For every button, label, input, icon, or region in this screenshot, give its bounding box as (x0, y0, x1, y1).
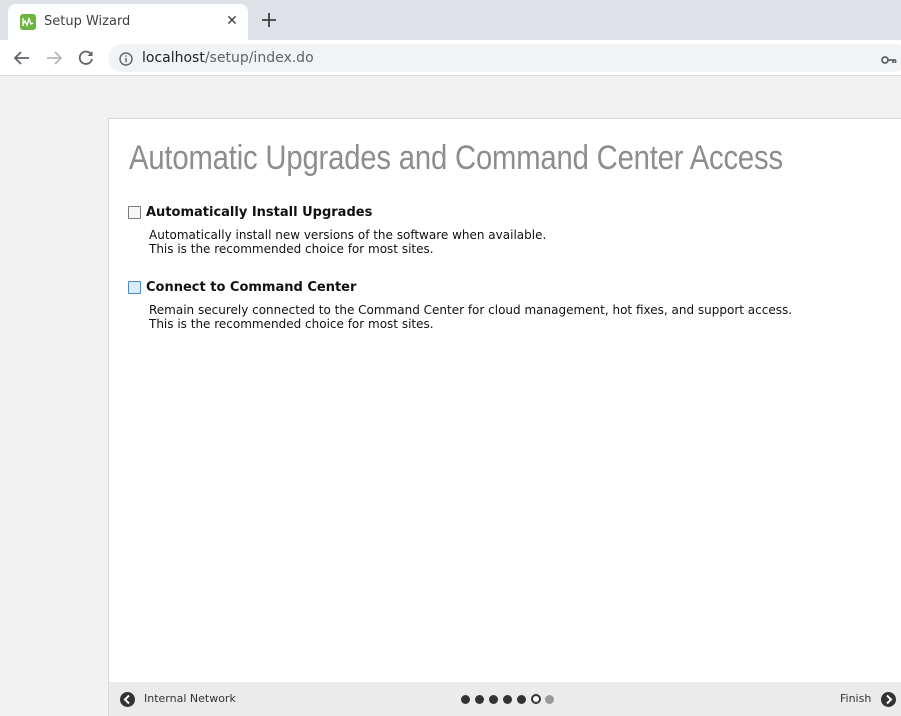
auto-upgrades-desc-line1: Automatically install new versions of th… (149, 228, 547, 242)
forward-arrow-icon[interactable] (44, 48, 64, 68)
key-icon[interactable] (881, 51, 897, 64)
wizard-footer: Internal Network Finish (109, 682, 901, 716)
browser-toolbar: localhost/setup/index.do (0, 40, 901, 76)
back-arrow-icon[interactable] (12, 48, 32, 68)
info-icon[interactable] (119, 51, 133, 66)
tab-title: Setup Wizard (44, 14, 131, 29)
page-title: Automatic Upgrades and Command Center Ac… (129, 139, 783, 177)
step-dot (545, 695, 554, 704)
address-bar[interactable]: localhost/setup/index.do (108, 44, 901, 72)
finish-button-label: Finish (840, 692, 872, 705)
browser-tabstrip: Setup Wizard ✕ (0, 0, 901, 40)
tab-close-icon[interactable]: ✕ (224, 13, 240, 29)
command-center-label[interactable]: Connect to Command Center (146, 280, 356, 295)
step-dot (461, 695, 470, 704)
new-tab-icon[interactable] (259, 10, 279, 30)
command-center-checkbox[interactable] (128, 281, 141, 294)
step-dot (503, 695, 512, 704)
command-center-desc-line1: Remain securely connected to the Command… (149, 303, 793, 317)
wizard-panel: Automatic Upgrades and Command Center Ac… (108, 118, 901, 716)
auto-upgrades-description: Automatically install new versions of th… (149, 228, 546, 256)
auto-upgrades-checkbox[interactable] (128, 206, 141, 219)
command-center-description: Remain securely connected to the Command… (149, 303, 792, 331)
step-dot (489, 695, 498, 704)
reload-icon[interactable] (76, 48, 96, 68)
chevron-left-icon (120, 692, 135, 707)
command-center-desc-line2: This is the recommended choice for most … (149, 317, 434, 331)
step-dot (517, 695, 526, 704)
finish-button[interactable]: Finish (840, 692, 900, 708)
url-text: localhost/setup/index.do (142, 50, 314, 66)
url-path: /setup/index.do (204, 50, 314, 66)
auto-upgrades-desc-line2: This is the recommended choice for most … (149, 242, 434, 256)
step-dot-current (531, 694, 541, 704)
chevron-right-icon (881, 692, 896, 707)
app-favicon-icon (20, 14, 36, 30)
url-host: localhost (142, 50, 205, 66)
step-dot (475, 695, 484, 704)
browser-tab[interactable]: Setup Wizard ✕ (8, 4, 248, 40)
previous-button-label: Internal Network (144, 692, 236, 705)
auto-upgrades-label[interactable]: Automatically Install Upgrades (146, 205, 372, 220)
